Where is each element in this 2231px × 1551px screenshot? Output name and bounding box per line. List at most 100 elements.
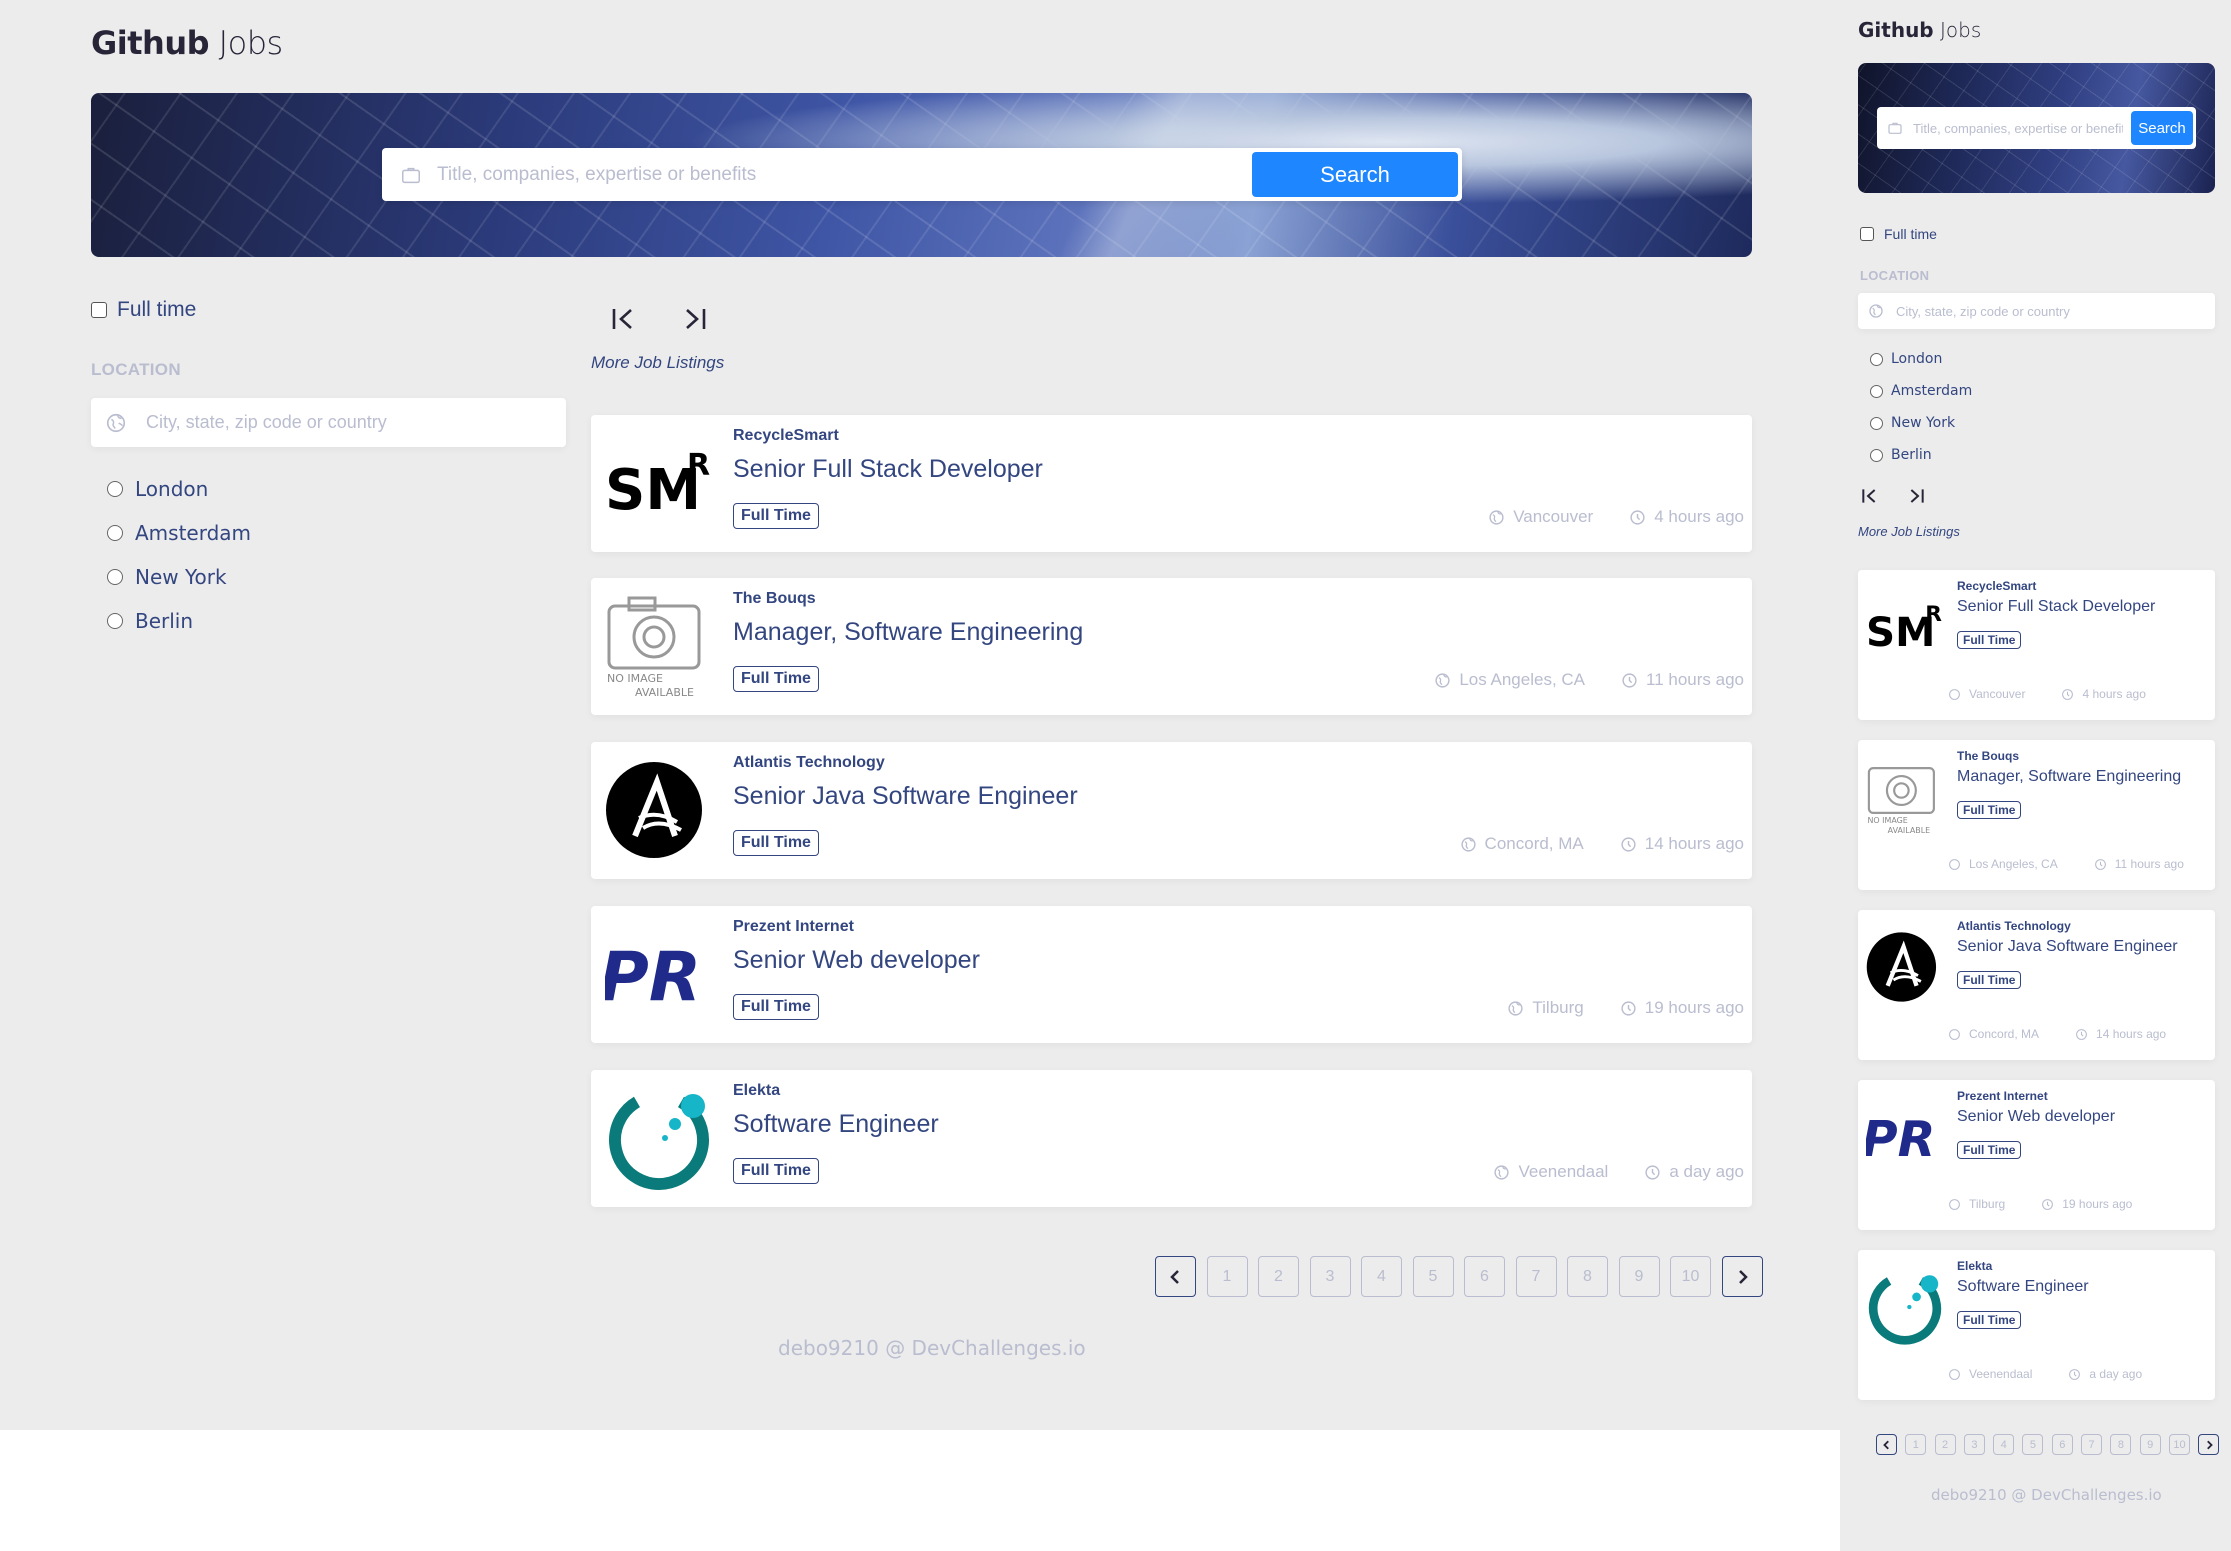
location-option-london[interactable]: London (107, 467, 566, 511)
first-page-button[interactable] (607, 305, 641, 333)
location-option-amsterdam[interactable]: Amsterdam (107, 511, 566, 555)
search-button[interactable]: Search (1252, 152, 1458, 197)
location-option-london[interactable]: London (1870, 343, 2215, 375)
job-card[interactable]: Atlantis Technology Senior Java Software… (591, 742, 1752, 879)
job-posted-time: 11 hours ago (2094, 857, 2184, 871)
job-title[interactable]: Senior Java Software Engineer (1957, 938, 2178, 956)
radio-circle[interactable] (1870, 352, 1883, 366)
job-type-badge: Full Time (733, 994, 819, 1020)
company-logo-prezent: PR (1866, 1098, 1944, 1176)
page-button-3[interactable]: 3 (1963, 1434, 1985, 1455)
full-time-label: Full time (117, 298, 197, 321)
location-option-new-york[interactable]: New York (107, 555, 566, 599)
prev-page-button[interactable] (1876, 1434, 1897, 1455)
first-page-icon[interactable] (1860, 487, 1880, 505)
page-button-9[interactable]: 9 (2139, 1434, 2161, 1455)
filter-sidebar: Full time LOCATION London Amsterdam New … (1858, 226, 2231, 471)
page-button-5[interactable]: 5 (1412, 1256, 1454, 1297)
radio-circle[interactable] (1870, 416, 1883, 430)
location-option-berlin[interactable]: Berlin (1870, 439, 2215, 471)
checkbox-box[interactable] (91, 302, 107, 318)
more-job-listings-link[interactable]: More Job Listings (591, 353, 724, 373)
job-meta: Concord, MA 14 hours ago (1948, 1027, 2166, 1041)
job-title[interactable]: Software Engineer (733, 1110, 939, 1139)
job-title[interactable]: Senior Web developer (733, 946, 980, 975)
search-button[interactable]: Search (2131, 111, 2193, 145)
company-logo-atlantis (1866, 928, 1944, 1006)
job-meta: Concord, MA 14 hours ago (1460, 834, 1744, 854)
location-option-amsterdam[interactable]: Amsterdam (1870, 375, 2215, 407)
job-location: Vancouver (1488, 507, 1593, 527)
globe-icon (1494, 1164, 1510, 1180)
page-button-7[interactable]: 7 (2081, 1434, 2103, 1455)
job-card[interactable]: Elekta Software Engineer Full Time Veene… (1858, 1250, 2215, 1400)
job-posted-time: a day ago (1644, 1162, 1744, 1182)
location-input[interactable] (146, 398, 546, 447)
job-card[interactable]: NO IMAGE AVAILABLE The Bouqs Manager, Sof… (1858, 740, 2215, 890)
page-button-8[interactable]: 8 (1567, 1256, 1608, 1297)
full-time-checkbox[interactable]: Full time (91, 298, 566, 322)
job-title[interactable]: Manager, Software Engineering (1957, 768, 2181, 786)
more-job-listings-link[interactable]: More Job Listings (1858, 524, 1960, 539)
page-button-3[interactable]: 3 (1309, 1256, 1351, 1297)
location-option-label: Berlin (135, 609, 194, 633)
location-option-new-york[interactable]: New York (1870, 407, 2215, 439)
company-name: RecycleSmart (1957, 579, 2037, 593)
page-button-4[interactable]: 4 (1993, 1434, 2015, 1455)
radio-circle[interactable] (107, 525, 123, 541)
globe-icon (1435, 672, 1450, 688)
page-button-4[interactable]: 4 (1361, 1256, 1402, 1297)
job-title[interactable]: Senior Full Stack Developer (1957, 598, 2155, 616)
job-card[interactable]: Atlantis Technology Senior Java Software… (1858, 910, 2215, 1060)
next-page-button[interactable] (1721, 1256, 1763, 1297)
page-button-1[interactable]: 1 (1905, 1434, 1927, 1455)
job-card[interactable]: PR Prezent Internet Senior Web developer… (591, 906, 1752, 1043)
next-page-button[interactable] (2198, 1434, 2220, 1455)
search-bar: Search (1877, 107, 2196, 149)
location-input[interactable] (1896, 293, 2231, 329)
location-heading: LOCATION (91, 360, 181, 379)
prev-page-button[interactable] (1155, 1256, 1196, 1297)
job-card[interactable]: NO IMAGE AVAILABLE The Bouqs Manager, Sof… (591, 578, 1752, 715)
radio-circle[interactable] (1870, 384, 1883, 398)
radio-circle[interactable] (107, 481, 123, 497)
radio-circle[interactable] (107, 613, 123, 629)
job-title[interactable]: Senior Full Stack Developer (733, 455, 1043, 484)
page-button-6[interactable]: 6 (2051, 1434, 2073, 1455)
checkbox-box[interactable] (1860, 227, 1874, 241)
job-title[interactable]: Senior Web developer (1957, 1108, 2115, 1126)
job-title[interactable]: Manager, Software Engineering (733, 618, 1083, 647)
page-button-5[interactable]: 5 (2022, 1434, 2044, 1455)
job-title[interactable]: Software Engineer (1957, 1278, 2089, 1296)
page-button-9[interactable]: 9 (1618, 1256, 1660, 1297)
page-button-6[interactable]: 6 (1464, 1256, 1505, 1297)
job-card[interactable]: SM R RecycleSmart Senior Full Stack Devel… (591, 415, 1752, 552)
search-input[interactable] (437, 148, 1237, 201)
page-button-2[interactable]: 2 (1934, 1434, 1956, 1455)
job-title[interactable]: Senior Java Software Engineer (733, 782, 1078, 811)
company-name: Prezent Internet (733, 918, 854, 935)
full-time-label: Full time (1884, 226, 1937, 242)
page-button-2[interactable]: 2 (1258, 1256, 1299, 1297)
company-name: The Bouqs (733, 590, 816, 607)
search-input[interactable] (1913, 107, 2123, 149)
page-button-7[interactable]: 7 (1515, 1256, 1557, 1297)
company-logo-atlantis (605, 756, 713, 864)
last-page-icon[interactable] (1906, 487, 1926, 505)
full-time-checkbox[interactable]: Full time (1860, 226, 2215, 242)
page-button-1[interactable]: 1 (1206, 1256, 1248, 1297)
location-option-berlin[interactable]: Berlin (107, 599, 566, 643)
page-button-10[interactable]: 10 (1670, 1256, 1711, 1297)
job-meta: Veenendaal a day ago (1948, 1367, 2142, 1381)
radio-circle[interactable] (107, 569, 123, 585)
pagination: 1 2 3 4 5 6 7 8 9 10 (1876, 1434, 2220, 1455)
page-button-10[interactable]: 10 (2168, 1434, 2190, 1455)
last-page-button[interactable] (677, 305, 711, 333)
radio-circle[interactable] (1870, 448, 1883, 462)
company-name: Prezent Internet (1957, 1089, 2048, 1103)
page-button-8[interactable]: 8 (2110, 1434, 2132, 1455)
job-card[interactable]: PR Prezent Internet Senior Web developer… (1858, 1080, 2215, 1230)
job-card[interactable]: Elekta Software Engineer Full Time Veene… (591, 1070, 1752, 1207)
company-name: Elekta (1957, 1259, 1993, 1273)
job-card[interactable]: SM R RecycleSmart Senior Full Stack Devel… (1858, 570, 2215, 720)
